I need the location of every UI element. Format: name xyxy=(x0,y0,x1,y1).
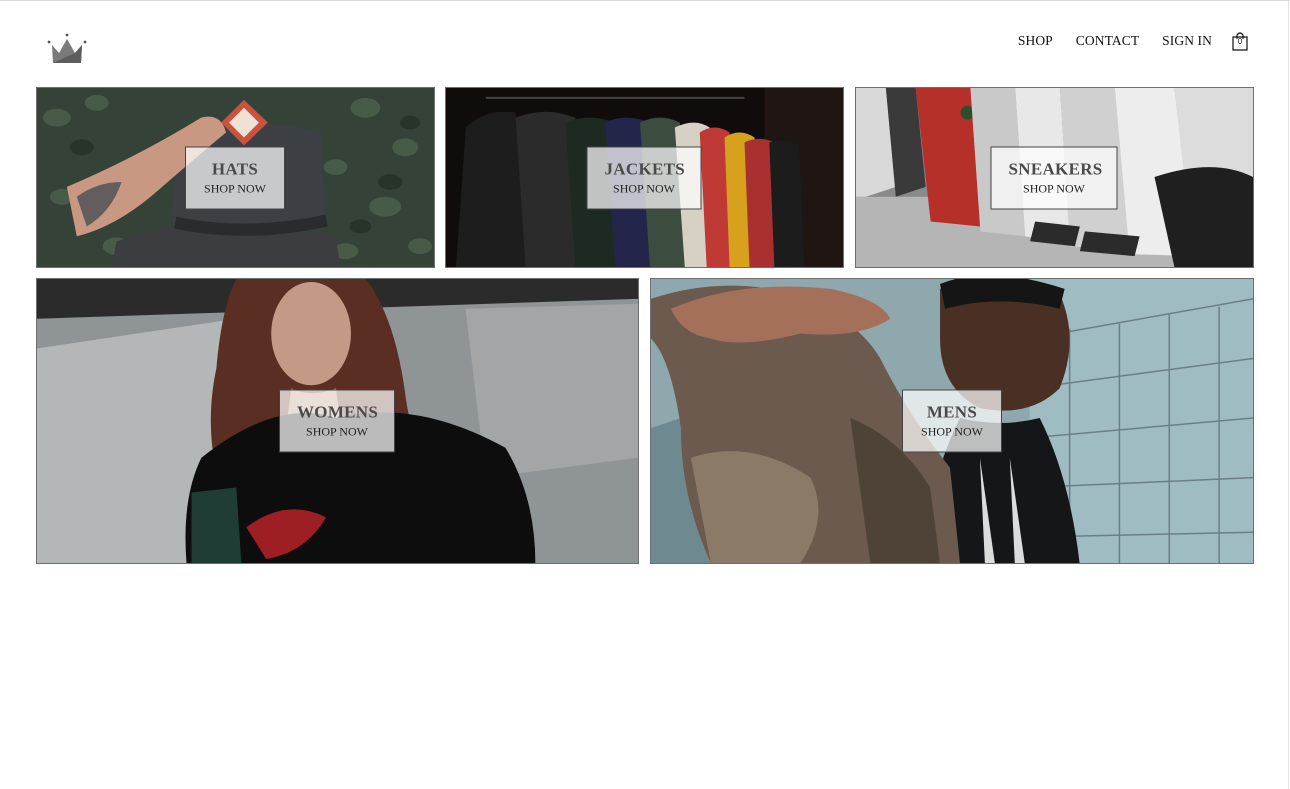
shop-now-link[interactable]: SHOP NOW xyxy=(203,181,267,197)
crown-icon[interactable] xyxy=(46,32,88,66)
nav-shop-link[interactable]: SHOP xyxy=(1018,33,1053,49)
category-womens[interactable]: WOMENS SHOP NOW xyxy=(36,278,639,564)
cart-button[interactable]: 0 xyxy=(1232,31,1250,51)
hats-label-box[interactable]: HATS SHOP NOW xyxy=(185,146,285,210)
jackets-label-box[interactable]: JACKETS SHOP NOW xyxy=(586,146,702,210)
shop-now-link[interactable]: SHOP NOW xyxy=(920,424,984,440)
header: SHOP CONTACT SIGN IN 0 xyxy=(0,0,1290,86)
nav-contact-link[interactable]: CONTACT xyxy=(1076,33,1139,49)
nav-sign-in-link[interactable]: SIGN IN xyxy=(1162,33,1212,49)
category-title: HATS xyxy=(211,159,259,179)
category-sneakers[interactable]: SNEAKERS SHOP NOW xyxy=(855,87,1254,268)
category-title: WOMENS xyxy=(297,402,379,422)
category-title: JACKETS xyxy=(604,159,686,179)
category-title: SNEAKERS xyxy=(1008,159,1103,179)
main-nav: SHOP CONTACT SIGN IN 0 xyxy=(995,31,1250,51)
category-hats[interactable]: HATS SHOP NOW xyxy=(36,87,435,268)
mens-label-box[interactable]: MENS SHOP NOW xyxy=(902,389,1002,453)
womens-label-box[interactable]: WOMENS SHOP NOW xyxy=(279,389,395,453)
category-jackets[interactable]: JACKETS SHOP NOW xyxy=(445,87,844,268)
category-title: MENS xyxy=(926,402,978,422)
category-mens[interactable]: MENS SHOP NOW xyxy=(650,278,1254,564)
shop-now-link[interactable]: SHOP NOW xyxy=(1009,181,1100,197)
sneakers-label-box[interactable]: SNEAKERS SHOP NOW xyxy=(990,146,1118,210)
window-right-border xyxy=(1288,0,1289,789)
shop-now-link[interactable]: SHOP NOW xyxy=(605,181,684,197)
shop-now-link[interactable]: SHOP NOW xyxy=(297,424,377,440)
cart-count: 0 xyxy=(1237,37,1243,46)
